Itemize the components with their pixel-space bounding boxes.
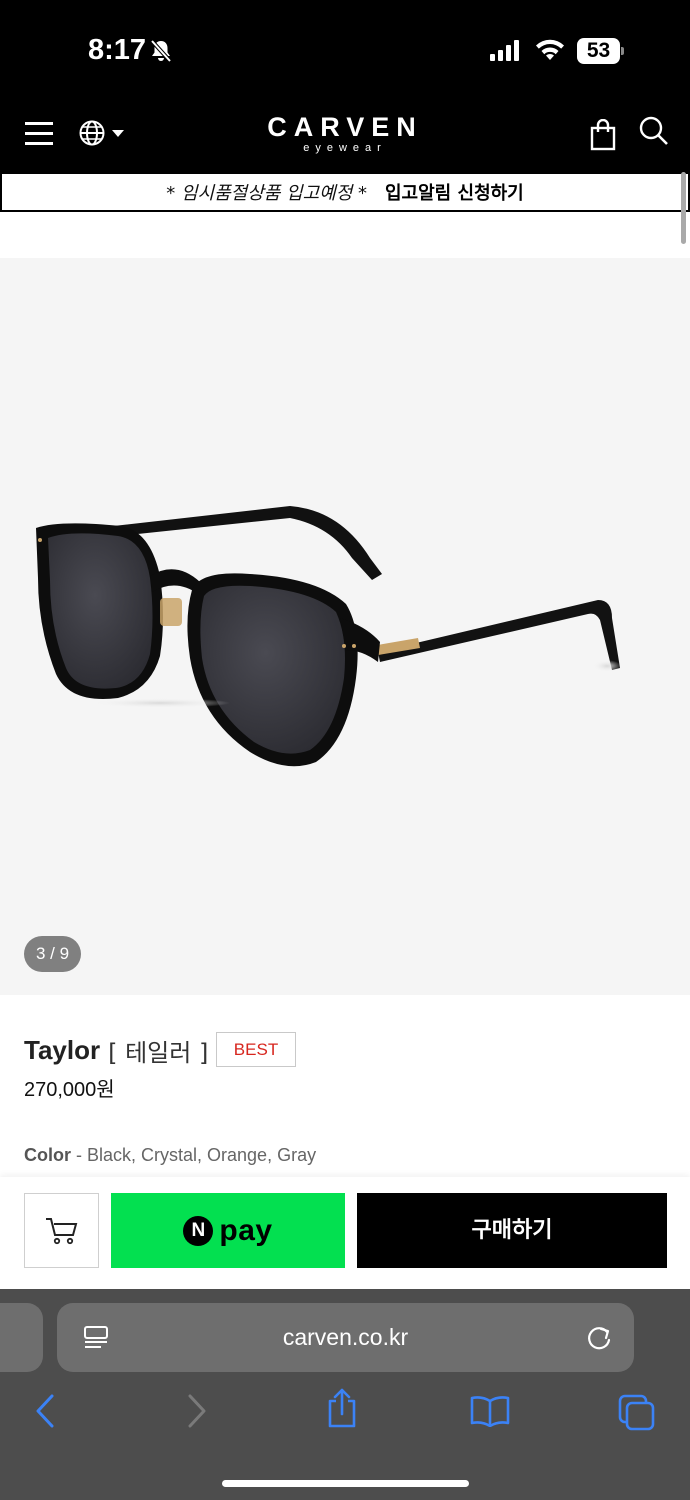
naver-pay-button[interactable]: N pay [111,1193,345,1268]
sunglasses-image [36,506,621,767]
status-time: 8:17 [88,34,147,66]
product-image-gallery[interactable]: 3 / 9 [0,258,690,995]
url-text: carven.co.kr [282,1324,409,1350]
cellular-signal-icon [490,40,522,66]
notice-text: * 임시품절상품 입고예정 * [166,183,367,204]
page: 8:17 53 CARVEN eyewear * 임시품절상품 입고예정 * 입… [0,0,690,1500]
restock-alert-link[interactable]: 입고알림 신청하기 [385,179,524,205]
back-icon[interactable] [34,1393,56,1433]
color-values: - Black, Crystal, Orange, Gray [76,1145,317,1165]
wifi-icon [534,38,566,66]
share-icon[interactable] [326,1387,358,1433]
home-indicator[interactable] [222,1480,469,1487]
battery-icon: 53 [577,38,624,64]
logo-main-text: CARVEN [267,112,423,142]
shopping-bag-icon[interactable] [590,118,616,155]
forward-icon[interactable] [186,1393,208,1433]
best-badge: BEST [216,1032,296,1067]
naver-n-icon: N [183,1215,214,1246]
carven-logo[interactable]: CARVEN eyewear [245,113,445,157]
battery-level: 53 [577,38,620,64]
buy-now-button[interactable]: 구매하기 [357,1193,667,1268]
restock-notice-bar: * 임시품절상품 입고예정 * 입고알림 신청하기 [0,172,690,212]
npay-label: pay [219,1213,273,1247]
search-icon[interactable] [638,115,670,151]
color-label: Color [24,1145,71,1165]
silent-bell-icon [148,38,174,68]
purchase-bar: N pay 구매하기 [0,1177,690,1289]
product-korean-name: [ 테일러 ] [108,1038,209,1067]
reload-icon[interactable] [585,1323,613,1357]
product-price: 270,000원 [24,1079,115,1101]
browser-toolbar: carven.co.kr [0,1289,690,1500]
previous-tab-preview[interactable] [0,1303,43,1372]
battery-nub [621,47,624,55]
bookmarks-icon[interactable] [469,1395,511,1431]
logo-sub-text: eyewear [303,142,387,154]
hamburger-menu-icon[interactable] [25,122,55,146]
cart-icon [46,1218,78,1245]
site-header: CARVEN eyewear [0,100,690,172]
product-name: Taylor [24,1034,101,1065]
add-to-cart-button[interactable] [24,1193,99,1268]
status-bar: 8:17 53 [0,0,690,100]
language-globe-icon[interactable] [78,118,128,152]
address-bar[interactable]: carven.co.kr [57,1303,634,1372]
product-title-row: Taylor [ 테일러 ] [24,1030,208,1070]
page-scrollbar[interactable] [681,172,686,244]
tabs-icon[interactable] [617,1393,657,1435]
color-options: Color - Black, Crystal, Orange, Gray [24,1145,316,1166]
image-counter: 3 / 9 [24,936,81,972]
